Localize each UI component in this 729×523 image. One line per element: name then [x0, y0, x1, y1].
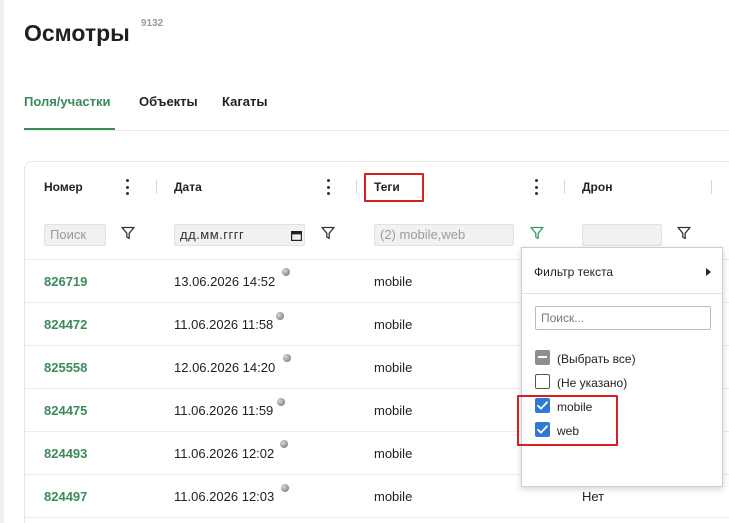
selected-options-highlight: [517, 395, 618, 446]
drone-filter-input[interactable]: [582, 224, 662, 246]
not-specified-checkbox[interactable]: [535, 374, 550, 389]
number-filter-input[interactable]: Поиск: [44, 224, 106, 246]
column-header-number[interactable]: Номер: [44, 162, 83, 212]
left-edge-strip: [0, 0, 4, 523]
tags-filter-funnel-icon-active[interactable]: [530, 226, 544, 240]
row-tag: mobile: [374, 360, 413, 375]
row-number-link[interactable]: 824493: [44, 446, 87, 461]
row-drone: Нет: [582, 489, 605, 504]
select-all-label[interactable]: (Выбрать все): [557, 352, 636, 366]
row-date: 11.06.2026 11:58: [174, 317, 274, 332]
row-tag: mobile: [374, 403, 413, 418]
tags-filter-input[interactable]: (2) mobile,web: [374, 224, 514, 246]
page-title: Осмотры: [24, 20, 130, 46]
drone-filter-funnel-icon[interactable]: [677, 226, 691, 240]
row-number-link[interactable]: 825558: [44, 360, 87, 375]
row-number-link[interactable]: 824472: [44, 317, 87, 332]
status-dot-icon: [276, 312, 284, 320]
row-separator: [25, 517, 729, 518]
date-filter-funnel-icon[interactable]: [321, 226, 335, 240]
row-date: 12.06.2026 14:20: [174, 360, 276, 375]
tags-filter-popup: Фильтр текста Поиск... (Выбрать все) (Не…: [517, 247, 723, 487]
tab-fields[interactable]: Поля/участки: [24, 94, 111, 109]
not-specified-label[interactable]: (Не указано): [557, 376, 627, 390]
submenu-arrow-icon[interactable]: [706, 268, 711, 276]
status-dot-icon: [283, 354, 291, 362]
row-number-link[interactable]: 826719: [44, 274, 87, 289]
row-tag: mobile: [374, 446, 413, 461]
select-all-checkbox[interactable]: [535, 350, 550, 365]
column-separator[interactable]: [711, 180, 712, 194]
status-dot-icon: [280, 440, 288, 448]
status-dot-icon: [282, 268, 290, 276]
status-dot-icon: [281, 484, 289, 492]
number-filter-funnel-icon[interactable]: [121, 226, 135, 240]
popup-divider: [522, 293, 722, 294]
text-filter-menu-item[interactable]: Фильтр текста: [534, 265, 613, 279]
tabs-divider: [24, 130, 729, 131]
tags-header-highlight: [364, 173, 424, 202]
date-filter-input[interactable]: дд.мм.гггг: [174, 224, 305, 246]
column-menu-number-icon[interactable]: [124, 179, 130, 195]
total-count-badge: 9132: [141, 18, 164, 29]
column-menu-tags-icon[interactable]: [533, 179, 539, 195]
calendar-icon[interactable]: [291, 231, 302, 241]
column-separator[interactable]: [156, 180, 157, 194]
popup-search-input[interactable]: Поиск...: [535, 306, 711, 330]
row-date: 11.06.2026 12:02: [174, 446, 275, 461]
row-date: 11.06.2026 12:03: [174, 489, 275, 504]
status-dot-icon: [277, 398, 285, 406]
column-menu-date-icon[interactable]: [325, 179, 331, 195]
row-tag: mobile: [374, 274, 413, 289]
tab-objects[interactable]: Объекты: [139, 94, 198, 109]
column-separator[interactable]: [564, 180, 565, 194]
column-separator[interactable]: [356, 180, 357, 194]
date-filter-placeholder: дд.мм.гггг: [180, 227, 245, 242]
row-number-link[interactable]: 824497: [44, 489, 87, 504]
column-header-date[interactable]: Дата: [174, 162, 202, 212]
row-tag: mobile: [374, 317, 413, 332]
row-number-link[interactable]: 824475: [44, 403, 87, 418]
column-header-drone[interactable]: Дрон: [582, 162, 612, 212]
tab-piles[interactable]: Кагаты: [222, 94, 267, 109]
row-date: 13.06.2026 14:52: [174, 274, 276, 289]
row-date: 11.06.2026 11:59: [174, 403, 274, 418]
row-tag: mobile: [374, 489, 413, 504]
